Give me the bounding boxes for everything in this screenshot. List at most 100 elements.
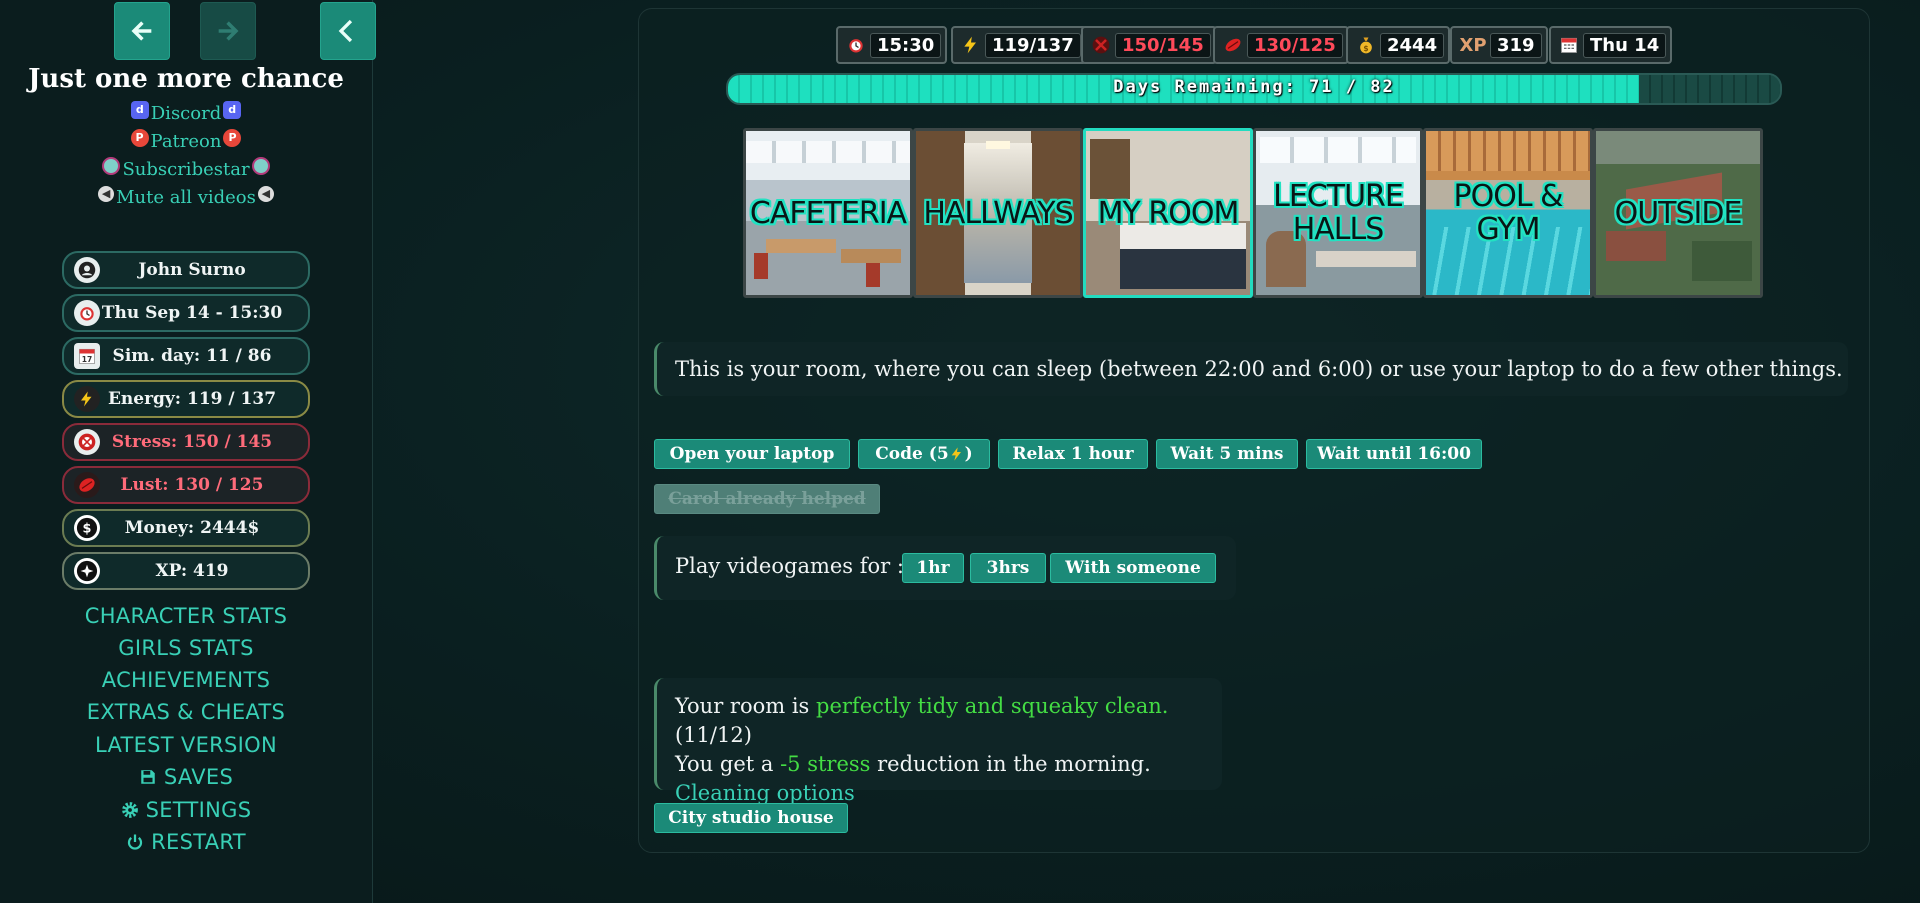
cleanliness-prefix: Your room is [675,694,817,718]
subscribestar-link[interactable]: Subscribestar [0,156,372,180]
lips-icon [1219,35,1247,55]
location-pool-gym[interactable]: POOL & GYM [1423,128,1593,298]
patreon-label: Patreon [150,131,222,152]
cleanliness-box: Your room is perfectly tidy and squeaky … [654,678,1222,805]
location-lecture-halls-label: LECTURE HALLS [1273,179,1404,247]
stress-bonus: -5 stress [780,752,871,776]
svg-text:$: $ [1363,44,1368,53]
videogames-label: Play videogames for : [675,554,904,578]
stat-datetime-text: Thu Sep 14 - 15:30 [101,303,283,323]
open-laptop-button[interactable]: Open your laptop [654,439,850,469]
room-description-text: This is your room, where you can sleep (… [675,357,1843,381]
stat-energy[interactable]: Energy: 119 / 137 [62,380,310,418]
top-lust: 130/125 [1213,26,1349,64]
menu-girls-stats[interactable]: GIRLS STATS [0,636,372,660]
stat-money[interactable]: $ Money: 2444$ [62,509,310,547]
svg-text:17: 17 [82,355,92,364]
subscribestar-label: Subscribestar [122,159,250,180]
stat-stress-text: Stress: 150 / 145 [111,432,273,452]
discord-link[interactable]: d Discord d [0,100,372,124]
location-cafeteria-label: CAFETERIA [749,195,907,231]
calendar-icon [1555,35,1583,55]
alarm-clock-icon [74,300,100,326]
location-lecture-halls[interactable]: LECTURE HALLS [1253,128,1423,298]
code-button-label: Code (5 [875,444,949,464]
top-energy: 119/137 [951,26,1087,64]
stress-icon [1087,35,1115,55]
sidebar: Just one more chance d Discord d P Patre… [0,0,376,903]
top-time: 15:30 [836,26,948,64]
menu-saves[interactable]: SAVES [0,765,372,789]
collapse-sidebar-button[interactable] [320,2,376,60]
location-hallways[interactable]: HALLWAYS [913,128,1083,298]
lightning-icon [951,447,961,461]
menu-restart-label: RESTART [151,830,246,854]
top-money-value: 2444 [1380,32,1445,58]
play-1hr-button[interactable]: 1hr [902,553,964,583]
subscribestar-icon [251,156,270,175]
mute-label: Mute all videos [116,187,256,208]
menu-character-stats[interactable]: CHARACTER STATS [0,604,372,628]
menu-restart[interactable]: RESTART [0,830,372,854]
gear-icon [121,802,138,818]
stat-name-text: John Surno [138,260,246,280]
menu-settings[interactable]: SETTINGS [0,798,372,822]
power-icon [128,834,143,850]
alarm-clock-icon [842,35,870,55]
stat-stress[interactable]: Stress: 150 / 145 [62,423,310,461]
stat-lust-text: Lust: 130 / 125 [120,475,264,495]
location-outside-label: OUTSIDE [1614,195,1743,231]
stat-money-text: Money: 2444$ [124,518,260,538]
menu-latest-version[interactable]: LATEST VERSION [0,733,372,757]
stat-energy-text: Energy: 119 / 137 [107,389,277,409]
play-with-someone-button[interactable]: With someone [1050,553,1216,583]
calendar-icon: 17 [74,343,100,369]
wait-5-mins-button[interactable]: Wait 5 mins [1156,439,1298,469]
floppy-disk-icon [141,770,155,784]
room-description: This is your room, where you can sleep (… [654,342,1848,396]
user-icon [74,257,100,283]
lightning-icon [74,386,100,412]
patreon-link[interactable]: P Patreon P [0,128,372,152]
top-time-value: 15:30 [870,32,942,58]
stat-sim-day[interactable]: 17 Sim. day: 11 / 86 [62,337,310,375]
location-my-room-label: MY ROOM [1097,195,1240,231]
location-pool-gym-text: POOL & GYM [1453,179,1564,247]
location-cafeteria[interactable]: CAFETERIA [743,128,913,298]
menu-achievements[interactable]: ACHIEVEMENTS [0,668,372,692]
stat-xp-text: XP: 419 [155,561,229,581]
mute-videos-link[interactable]: ◀ Mute all videos ◀ [0,185,372,208]
top-money: $ 2444 [1346,26,1451,64]
carol-helped-button: Carol already helped [654,484,880,514]
stat-xp[interactable]: XP: 419 [62,552,310,590]
back-button[interactable] [114,2,170,60]
discord-icon: d [223,100,242,119]
days-remaining-bar: Days Remaining: 71 / 82 [726,73,1782,105]
location-pool-gym-label: POOL & GYM [1426,131,1590,295]
menu-extras-cheats[interactable]: EXTRAS & CHEATS [0,700,372,724]
code-button[interactable]: Code (5 ) [858,439,990,469]
cleanliness-line2-prefix: You get a [675,752,781,776]
patreon-icon: P [130,128,149,147]
top-stress: 150/145 [1081,26,1217,64]
city-studio-house-button[interactable]: City studio house [654,803,848,833]
stat-datetime[interactable]: Thu Sep 14 - 15:30 [62,294,310,332]
lightning-icon [957,35,985,55]
stat-name[interactable]: John Surno [62,251,310,289]
chevron-left-icon [338,19,353,43]
relax-button[interactable]: Relax 1 hour [998,439,1148,469]
svg-text:$: $ [83,522,92,537]
stat-lust[interactable]: Lust: 130 / 125 [62,466,310,504]
location-outside[interactable]: OUTSIDE [1593,128,1763,298]
discord-label: Discord [150,103,222,124]
days-remaining-label: Days Remaining: 71 / 82 [1113,77,1395,97]
forward-button[interactable] [200,2,256,60]
stat-sim-day-text: Sim. day: 11 / 86 [112,346,272,366]
play-3hrs-button[interactable]: 3hrs [970,553,1046,583]
discord-icon: d [130,100,149,119]
wait-until-button[interactable]: Wait until 16:00 [1306,439,1482,469]
cleanliness-score: (11/12) [675,723,752,747]
cleanliness-line2-suffix: reduction in the morning. [870,752,1151,776]
location-my-room[interactable]: MY ROOM [1083,128,1253,298]
money-bag-icon: $ [1352,35,1380,55]
